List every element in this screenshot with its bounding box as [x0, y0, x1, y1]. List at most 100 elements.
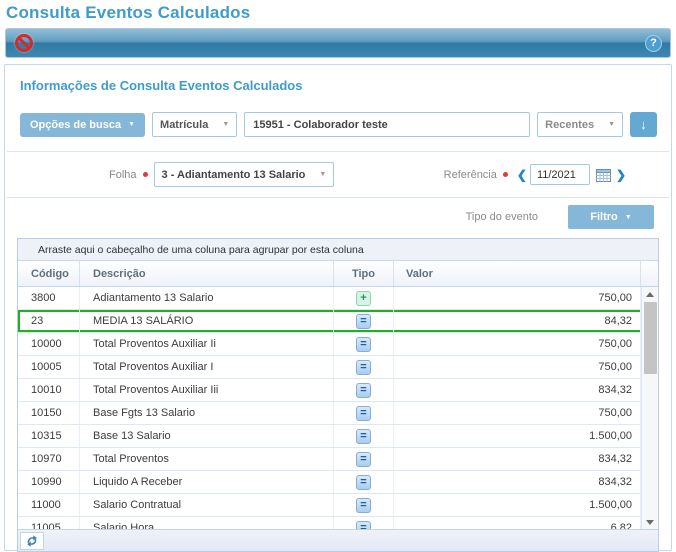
equals-icon[interactable]: =: [356, 498, 371, 513]
column-header-codigo[interactable]: Código: [18, 261, 80, 286]
main-toolbar: ?: [5, 28, 671, 58]
scroll-up-icon[interactable]: [642, 287, 658, 301]
cell-valor: 750,00: [394, 402, 641, 424]
search-row: Opções de busca ▼ Matrícula ▼ Recentes ▼…: [5, 95, 671, 151]
search-field-select[interactable]: Matrícula ▼: [152, 112, 237, 137]
equals-icon[interactable]: =: [356, 521, 371, 530]
column-header-descricao[interactable]: Descrição: [80, 261, 334, 286]
filter-button[interactable]: Filtro ▼: [568, 205, 654, 229]
sheet-label: Folha: [109, 169, 137, 181]
group-by-dropzone[interactable]: Arraste aqui o cabeçalho de uma coluna p…: [18, 239, 658, 261]
table-row[interactable]: 10990 Liquido A Receber = 834,32: [18, 471, 658, 494]
reference-label: Referência: [444, 169, 497, 181]
cell-descricao: Total Proventos Auxiliar Iii: [80, 379, 334, 401]
table-row[interactable]: 11005 Salario Hora = 6,82: [18, 517, 658, 529]
column-header-valor[interactable]: Valor: [394, 261, 641, 286]
cell-descricao: Total Proventos Auxiliar I: [80, 356, 334, 378]
search-input[interactable]: [244, 112, 530, 137]
event-type-label: Tipo do evento: [466, 211, 538, 223]
equals-icon[interactable]: =: [356, 314, 371, 329]
calendar-icon[interactable]: [594, 168, 613, 182]
chevron-down-icon: ▼: [222, 121, 229, 128]
cell-codigo: 3800: [18, 287, 80, 309]
cell-valor: 834,32: [394, 471, 641, 493]
sheet-reference-row: Folha 3 - Adiantamento 13 Salario ▼ Refe…: [5, 152, 671, 197]
equals-icon[interactable]: =: [356, 360, 371, 375]
equals-icon[interactable]: =: [356, 383, 371, 398]
grid-header: Código Descrição Tipo Valor: [18, 261, 658, 287]
cell-valor: 84,32: [394, 310, 641, 332]
required-marker: [143, 172, 148, 177]
equals-icon[interactable]: =: [356, 429, 371, 444]
reference-group: Referência ❮ ❯: [444, 164, 629, 185]
refresh-icon: [25, 534, 39, 548]
equals-icon[interactable]: =: [356, 406, 371, 421]
scroll-down-icon[interactable]: [642, 515, 658, 529]
filter-row: Tipo do evento Filtro ▼: [5, 198, 671, 238]
chevron-down-icon: ▼: [319, 171, 326, 178]
table-row[interactable]: 10315 Base 13 Salario = 1.500,00: [18, 425, 658, 448]
cell-valor: 1.500,00: [394, 425, 641, 447]
table-row[interactable]: 3800 Adiantamento 13 Salario + 750,00: [18, 287, 658, 310]
search-options-button[interactable]: Opções de busca ▼: [20, 113, 145, 137]
cell-codigo: 10970: [18, 448, 80, 470]
cell-descricao: Base Fgts 13 Salario: [80, 402, 334, 424]
equals-icon[interactable]: =: [356, 452, 371, 467]
table-row[interactable]: 10010 Total Proventos Auxiliar Iii = 834…: [18, 379, 658, 402]
table-row[interactable]: 23 MEDIA 13 SALÁRIO = 84,32: [18, 310, 658, 333]
reference-input[interactable]: [530, 164, 590, 185]
next-reference-icon[interactable]: ❯: [613, 168, 629, 182]
cell-descricao: Total Proventos: [80, 448, 334, 470]
equals-icon[interactable]: =: [356, 337, 371, 352]
execute-search-button[interactable]: ↓: [630, 112, 657, 137]
cell-codigo: 11005: [18, 517, 80, 529]
cell-descricao: MEDIA 13 SALÁRIO: [80, 310, 334, 332]
column-header-tipo[interactable]: Tipo: [334, 261, 394, 286]
cell-valor: 750,00: [394, 356, 641, 378]
required-marker: [503, 172, 508, 177]
grid-footer: [18, 529, 658, 551]
main-panel: Informações de Consulta Eventos Calculad…: [4, 64, 672, 551]
search-field-label: Matrícula: [160, 119, 208, 131]
events-grid: Arraste aqui o cabeçalho de uma coluna p…: [17, 238, 659, 552]
cell-codigo: 10315: [18, 425, 80, 447]
cell-codigo: 10990: [18, 471, 80, 493]
filter-button-label: Filtro: [590, 211, 618, 223]
cell-descricao: Salario Contratual: [80, 494, 334, 516]
sheet-value: 3 - Adiantamento 13 Salario: [162, 169, 306, 181]
equals-icon[interactable]: =: [356, 475, 371, 490]
grid-body: 3800 Adiantamento 13 Salario + 750,00 23…: [18, 287, 658, 529]
previous-reference-icon[interactable]: ❮: [514, 168, 530, 182]
section-heading: Informações de Consulta Eventos Calculad…: [5, 65, 671, 95]
cell-valor: 750,00: [394, 333, 641, 355]
chevron-down-icon: ▼: [608, 121, 615, 128]
chevron-down-icon: ▼: [625, 214, 632, 221]
table-row[interactable]: 10005 Total Proventos Auxiliar I = 750,0…: [18, 356, 658, 379]
table-row[interactable]: 11000 Salario Contratual = 1.500,00: [18, 494, 658, 517]
cell-descricao: Total Proventos Auxiliar Ii: [80, 333, 334, 355]
help-icon[interactable]: ?: [645, 35, 662, 52]
cancel-block-icon[interactable]: [14, 33, 34, 53]
cell-descricao: Adiantamento 13 Salario: [80, 287, 334, 309]
vertical-scrollbar[interactable]: [641, 287, 658, 529]
scrollbar-thumb[interactable]: [644, 302, 657, 374]
cell-valor: 6,82: [394, 517, 641, 529]
search-options-label: Opções de busca: [30, 119, 121, 131]
sheet-select[interactable]: 3 - Adiantamento 13 Salario ▼: [154, 162, 335, 187]
recents-label: Recentes: [545, 119, 594, 131]
page-title: Consulta Eventos Calculados: [0, 0, 676, 23]
table-row[interactable]: 10000 Total Proventos Auxiliar Ii = 750,…: [18, 333, 658, 356]
recents-select[interactable]: Recentes ▼: [537, 112, 623, 137]
cell-codigo: 10000: [18, 333, 80, 355]
cell-valor: 750,00: [394, 287, 641, 309]
refresh-button[interactable]: [20, 532, 44, 550]
chevron-down-icon: ▼: [128, 121, 135, 128]
plus-icon[interactable]: +: [356, 291, 371, 306]
cell-codigo: 11000: [18, 494, 80, 516]
table-row[interactable]: 10970 Total Proventos = 834,32: [18, 448, 658, 471]
cell-descricao: Liquido A Receber: [80, 471, 334, 493]
cell-valor: 834,32: [394, 379, 641, 401]
cell-descricao: Salario Hora: [80, 517, 334, 529]
table-row[interactable]: 10150 Base Fgts 13 Salario = 750,00: [18, 402, 658, 425]
cell-valor: 1.500,00: [394, 494, 641, 516]
